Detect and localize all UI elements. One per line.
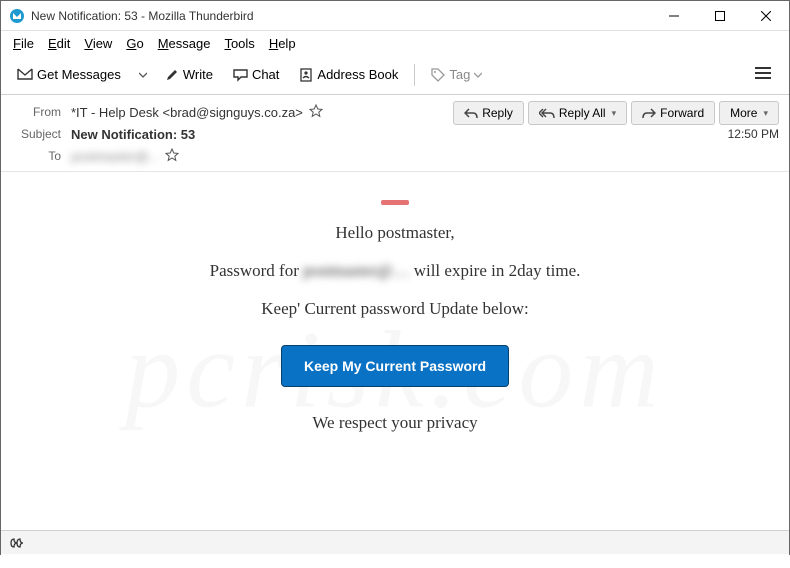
window-title: New Notification: 53 - Mozilla Thunderbi… (31, 9, 651, 23)
chevron-down-icon: ▾ (612, 108, 617, 119)
minimize-button[interactable] (651, 1, 697, 31)
subject-value: New Notification: 53 (71, 127, 195, 142)
toolbar: Get Messages Write Chat Address Book Tag (1, 55, 789, 95)
get-messages-label: Get Messages (37, 67, 121, 82)
message-body: pcrisk.com Hello postmaster, Password fo… (1, 172, 789, 568)
write-label: Write (183, 67, 213, 82)
forward-label: Forward (660, 106, 704, 120)
reply-button[interactable]: Reply (453, 101, 524, 125)
address-book-button[interactable]: Address Book (291, 63, 406, 86)
message-header: From *IT - Help Desk <brad@signguys.co.z… (1, 95, 789, 172)
more-button[interactable]: More ▾ (719, 101, 779, 125)
app-icon (9, 8, 25, 24)
message-time: 12:50 PM (453, 125, 779, 141)
close-button[interactable] (743, 1, 789, 31)
activity-icon (9, 536, 25, 550)
chat-icon (233, 68, 248, 82)
message-actions: Reply Reply All ▾ Forward More ▾ (453, 101, 779, 125)
chat-label: Chat (252, 67, 279, 82)
statusbar (1, 530, 789, 554)
reply-label: Reply (482, 106, 513, 120)
chat-button[interactable]: Chat (225, 63, 287, 86)
star-from-icon[interactable] (309, 104, 323, 121)
menu-help[interactable]: Help (263, 34, 302, 53)
to-label: To (11, 149, 61, 163)
menubar: File Edit View Go Message Tools Help (1, 31, 789, 55)
keep-password-button[interactable]: Keep My Current Password (281, 345, 509, 387)
app-menu-button[interactable] (745, 62, 781, 87)
get-messages-dropdown[interactable] (133, 63, 153, 86)
download-icon (17, 68, 33, 82)
address-book-label: Address Book (317, 67, 398, 82)
menu-message[interactable]: Message (152, 34, 217, 53)
from-value: *IT - Help Desk <brad@signguys.co.za> (71, 105, 303, 120)
forward-button[interactable]: Forward (631, 101, 715, 125)
menu-tools[interactable]: Tools (218, 34, 260, 53)
maximize-button[interactable] (697, 1, 743, 31)
menu-go[interactable]: Go (120, 34, 149, 53)
decorative-bar (381, 200, 409, 205)
address-book-icon (299, 68, 313, 82)
to-value: postmaster@... (71, 149, 159, 164)
titlebar: New Notification: 53 - Mozilla Thunderbi… (1, 1, 789, 31)
menu-file[interactable]: File (7, 34, 40, 53)
chevron-down-icon: ▾ (763, 108, 768, 119)
menu-edit[interactable]: Edit (42, 34, 76, 53)
get-messages-button[interactable]: Get Messages (9, 63, 129, 86)
forward-icon (642, 108, 656, 119)
separator (414, 64, 415, 86)
menu-view[interactable]: View (78, 34, 118, 53)
email-line1: Password for postmaster@… will expire in… (1, 261, 789, 281)
tag-label: Tag (449, 67, 470, 82)
reply-all-button[interactable]: Reply All ▾ (528, 101, 627, 125)
email-line2: Keep' Current password Update below: (1, 299, 789, 319)
reply-all-label: Reply All (559, 106, 606, 120)
tag-icon (431, 68, 445, 82)
email-content: Hello postmaster, Password for postmaste… (1, 172, 789, 433)
reply-all-icon (539, 108, 555, 119)
from-label: From (11, 105, 61, 119)
reply-icon (464, 108, 478, 119)
pencil-icon (165, 68, 179, 82)
star-to-icon[interactable] (165, 148, 179, 165)
window-controls (651, 1, 789, 31)
email-footer: We respect your privacy (1, 413, 789, 433)
subject-label: Subject (11, 127, 61, 141)
write-button[interactable]: Write (157, 63, 221, 86)
more-label: More (730, 106, 757, 120)
tag-button[interactable]: Tag (423, 63, 490, 86)
email-greeting: Hello postmaster, (1, 223, 789, 243)
